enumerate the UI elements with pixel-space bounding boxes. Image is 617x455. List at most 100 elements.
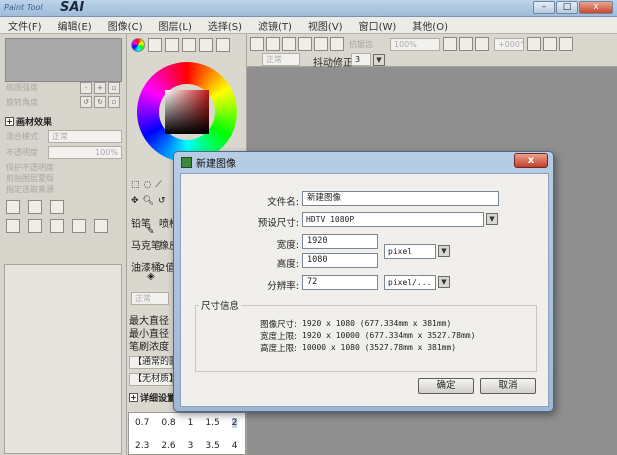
size-preset[interactable]: 1.5: [205, 418, 219, 428]
tool-marker[interactable]: 马克笔: [131, 237, 161, 252]
color-wheel[interactable]: [137, 62, 237, 162]
resolution-unit-dropdown-icon[interactable]: ▼: [438, 276, 450, 288]
resolution-label: 分辨率:: [267, 281, 299, 292]
zoom-field[interactable]: 100%: [390, 38, 440, 51]
invert-icon[interactable]: [266, 37, 280, 51]
brush-shape-select[interactable]: 【通常的圆: [129, 356, 178, 369]
height-input[interactable]: 1080: [302, 253, 378, 268]
size-preset[interactable]: 0.8: [161, 418, 175, 428]
new-folder-icon[interactable]: [50, 200, 64, 214]
brush-texture-select[interactable]: 【无材质】: [129, 373, 178, 386]
merge-layer-icon[interactable]: [28, 219, 42, 233]
hsv-slider-tab-icon[interactable]: [165, 38, 179, 52]
menu-view[interactable]: 视图(V): [308, 18, 343, 33]
tool-blend-mode-select[interactable]: 正常: [131, 292, 169, 305]
preset-dropdown-icon[interactable]: ▼: [486, 213, 498, 225]
opacity-slider[interactable]: 100%: [48, 146, 122, 159]
lasso-icon[interactable]: ◌: [144, 180, 152, 190]
resolution-input[interactable]: 72: [302, 275, 378, 290]
checkbox-clipping[interactable]: 剪贴图层蒙版: [6, 173, 54, 184]
checkbox-protect-opacity[interactable]: 保护不透明度: [6, 162, 54, 173]
layer-list[interactable]: [4, 264, 122, 454]
size-preset[interactable]: 3.5: [205, 441, 219, 451]
dialog-close-button[interactable]: x: [514, 153, 548, 168]
dialog-title: 新建图像: [196, 159, 236, 170]
stabilizer-dropdown-icon[interactable]: ▼: [373, 54, 385, 66]
menu-window[interactable]: 窗口(W): [359, 18, 397, 33]
filename-input[interactable]: 新建图像: [302, 191, 499, 206]
zoom-dec-icon[interactable]: [443, 37, 457, 51]
zoom-icon[interactable]: 🔍︎: [143, 196, 154, 206]
resolution-unit-select[interactable]: pixel/...: [384, 275, 436, 290]
size-preset[interactable]: 0.7: [135, 418, 149, 428]
detail-settings[interactable]: + 详细设置: [129, 391, 176, 404]
width-input[interactable]: 1920: [302, 234, 378, 249]
zoom-in-icon[interactable]: [298, 37, 312, 51]
color-wheel-tab-icon[interactable]: [131, 38, 145, 52]
blend-mode-select[interactable]: 正常: [48, 130, 122, 143]
brush-effect-section[interactable]: + 画材效果: [5, 115, 52, 128]
anti-alias-checkbox[interactable]: [330, 37, 344, 51]
size-unit-dropdown-icon[interactable]: ▼: [438, 245, 450, 257]
menu-edit[interactable]: 编辑(E): [58, 18, 92, 33]
gradient-tab-icon[interactable]: [182, 38, 196, 52]
menu-image[interactable]: 图像(C): [108, 18, 143, 33]
zoom-fit-icon[interactable]: [475, 37, 489, 51]
size-preset[interactable]: 4: [232, 441, 238, 451]
minimize-button[interactable]: –: [533, 1, 555, 14]
swatches-tab-icon[interactable]: [199, 38, 213, 52]
maximize-button[interactable]: □: [556, 1, 578, 14]
rect-select-icon[interactable]: ⬚: [131, 180, 140, 190]
rotate-ccw-icon[interactable]: [527, 37, 541, 51]
rotation-label: 旋转角度: [6, 98, 38, 107]
magic-wand-icon[interactable]: ⟋: [155, 180, 161, 190]
canvas-mode-select[interactable]: 正常: [262, 53, 300, 66]
app-icon: [181, 157, 192, 168]
rgb-slider-tab-icon[interactable]: [148, 38, 162, 52]
size-unit-select[interactable]: pixel: [384, 244, 436, 259]
rotate-right-button[interactable]: ↻: [94, 96, 106, 108]
zoom-plus-button[interactable]: +: [94, 82, 106, 94]
deselect-icon[interactable]: [250, 37, 264, 51]
delete-layer-icon[interactable]: [72, 219, 86, 233]
section-title: 画材效果: [16, 118, 53, 128]
size-preset[interactable]: 1: [188, 418, 194, 428]
rotate-cw-icon[interactable]: [543, 37, 557, 51]
angle-field[interactable]: +000°: [494, 38, 524, 51]
size-preset[interactable]: 2.6: [161, 441, 175, 451]
menu-layer[interactable]: 图层(L): [158, 18, 191, 33]
checkbox-selection-source[interactable]: 指定选取来源: [6, 184, 54, 195]
pencil-icon: ✎: [147, 227, 155, 237]
size-preset[interactable]: 2.3: [135, 441, 149, 451]
rotate-icon[interactable]: ↺: [158, 196, 166, 206]
show-selection-icon[interactable]: [282, 37, 296, 51]
rotate-reset-icon[interactable]: [559, 37, 573, 51]
zoom-minus-button[interactable]: -: [80, 82, 92, 94]
menu-select[interactable]: 选择(S): [208, 18, 242, 33]
move-icon[interactable]: ✥: [131, 196, 139, 206]
cancel-button[interactable]: 取消: [480, 378, 536, 394]
clear-layer-icon[interactable]: [50, 219, 64, 233]
saturation-value-square[interactable]: [165, 90, 209, 134]
stabilizer-field[interactable]: 3: [351, 53, 371, 66]
new-layer-icon[interactable]: [6, 200, 20, 214]
close-button[interactable]: x: [579, 1, 613, 14]
zoom-out-icon[interactable]: [314, 37, 328, 51]
tool-bucket[interactable]: 油漆桶: [131, 259, 161, 274]
menu-file[interactable]: 文件(F): [8, 18, 42, 33]
ok-button[interactable]: 确定: [418, 378, 474, 394]
menu-other[interactable]: 其他(O): [412, 18, 448, 33]
zoom-reset-button[interactable]: ▫: [108, 82, 120, 94]
new-linework-layer-icon[interactable]: [28, 200, 42, 214]
rotate-left-button[interactable]: ↺: [80, 96, 92, 108]
copy-layer-icon[interactable]: [6, 219, 20, 233]
layer-mask-icon[interactable]: [94, 219, 108, 233]
preset-select[interactable]: HDTV 1080P: [302, 212, 484, 227]
zoom-inc-icon[interactable]: [459, 37, 473, 51]
scratchpad-tab-icon[interactable]: [216, 38, 230, 52]
rotate-reset-button[interactable]: ▫: [108, 96, 120, 108]
size-preset[interactable]: 2: [231, 418, 238, 428]
size-preset[interactable]: 3: [188, 441, 194, 451]
navigator-preview[interactable]: [5, 38, 122, 82]
menu-filter[interactable]: 滤镜(T): [258, 18, 292, 33]
